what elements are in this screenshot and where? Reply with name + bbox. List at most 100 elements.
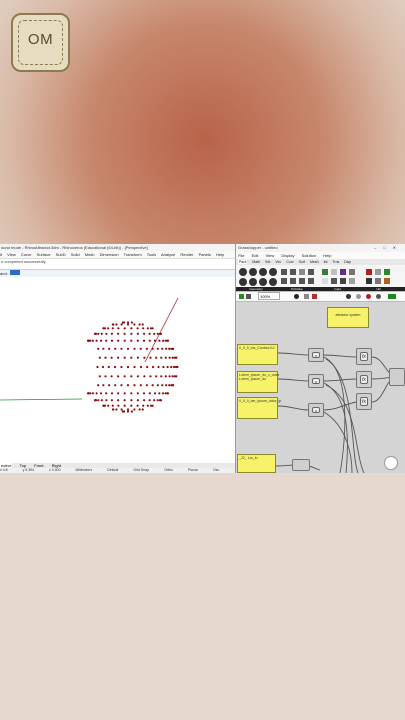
preview-color-icon[interactable] <box>312 294 317 299</box>
window-controls[interactable]: –□✕ <box>374 244 403 252</box>
gh-expression-node[interactable]: fx <box>356 393 372 410</box>
gh-construct-point-node[interactable] <box>389 368 405 386</box>
gh-util-icon[interactable] <box>375 269 381 275</box>
gh-tab-mesh[interactable]: Mesh <box>310 260 319 264</box>
open-file-icon[interactable] <box>239 294 244 299</box>
gh-input-icon[interactable] <box>349 278 355 284</box>
gh-menu-solution[interactable]: Solution <box>302 253 316 258</box>
gh-primitive-icon[interactable] <box>308 269 314 275</box>
gh-expression-node[interactable]: fx <box>356 371 372 388</box>
gh-tab-curve[interactable]: Curv <box>286 260 293 264</box>
grid-point <box>146 365 149 369</box>
gh-tab-intersect[interactable]: Int <box>324 260 328 264</box>
rhino-menu-view[interactable]: View <box>7 252 16 257</box>
perspective-viewport[interactable] <box>0 278 235 464</box>
preview-off-icon[interactable] <box>376 294 381 299</box>
gh-param-node[interactable]: y <box>308 374 324 388</box>
gh-util-icon[interactable] <box>384 269 390 275</box>
bake-icon[interactable] <box>388 294 396 299</box>
viewport-scene <box>0 297 179 413</box>
gh-input-icon[interactable] <box>340 278 346 284</box>
gh-util-icon[interactable] <box>366 278 372 284</box>
gh-param-icon[interactable] <box>269 278 277 286</box>
gh-input-icon[interactable] <box>331 278 337 284</box>
rhino-menu-analyze[interactable]: Analyze <box>161 252 175 257</box>
gh-tab-maths[interactable]: Math <box>252 260 260 264</box>
gh-tab-params[interactable]: Para <box>238 260 248 264</box>
group-label-panel[interactable]: attractor system <box>327 307 369 328</box>
gh-primitive-icon[interactable] <box>299 269 305 275</box>
grid-point <box>149 356 152 359</box>
rhino-menu-subd[interactable]: SubD <box>56 252 66 257</box>
gh-tab-display[interactable]: Disp <box>344 260 351 264</box>
rhino-menu-edit[interactable]: it <box>0 252 2 257</box>
preview-shaded-icon[interactable] <box>346 294 351 299</box>
rhino-menu-render[interactable]: Render <box>180 252 193 257</box>
gh-input-icon[interactable] <box>331 269 337 275</box>
gh-param-icon[interactable] <box>259 268 267 276</box>
preview-selected-icon[interactable] <box>366 294 371 299</box>
gh-expression-node[interactable]: fx <box>356 348 372 365</box>
gh-input-icon[interactable] <box>340 269 346 275</box>
gh-param-icon[interactable] <box>249 268 257 276</box>
gh-tab-transform[interactable]: Trns <box>332 260 339 264</box>
gh-input-icon[interactable] <box>322 278 328 284</box>
gh-param-node[interactable]: x <box>308 348 324 362</box>
rhino-menu-tools[interactable]: Tools <box>147 252 156 257</box>
gh-menu-file[interactable]: File <box>238 253 244 258</box>
status-grid-snap[interactable]: Grid Snap <box>133 468 149 472</box>
gh-input-icon[interactable] <box>322 269 328 275</box>
gh-param-icon[interactable] <box>249 278 257 286</box>
input-panel[interactable]: _22_ Lor_lo <box>237 454 276 473</box>
gh-primitive-icon[interactable] <box>290 278 296 284</box>
preview-wire-icon[interactable] <box>356 294 361 299</box>
gh-util-icon[interactable] <box>375 278 381 284</box>
gh-primitive-icon[interactable] <box>281 269 287 275</box>
gh-util-icon[interactable] <box>366 269 372 275</box>
gh-primitive-icon[interactable] <box>290 269 296 275</box>
rhino-menu-dimension[interactable]: Dimension <box>100 252 119 257</box>
status-ortho[interactable]: Ortho <box>164 468 173 472</box>
preview-eye-icon[interactable] <box>294 294 299 299</box>
command-input[interactable] <box>9 270 20 275</box>
gh-menu-help[interactable]: Help <box>323 253 331 258</box>
status-planar[interactable]: Planar <box>188 468 198 472</box>
grid-point <box>111 327 114 330</box>
rhino-menu-mesh[interactable]: Mesh <box>85 252 95 257</box>
gh-primitive-icon[interactable] <box>281 278 287 284</box>
gh-param-node[interactable]: z <box>308 403 324 417</box>
gh-param-icon[interactable] <box>239 268 247 276</box>
canvas-navigation-icon[interactable] <box>384 456 398 470</box>
gh-tab-sets[interactable]: Set <box>265 260 270 264</box>
zoom-field[interactable]: 100% <box>258 292 280 300</box>
gh-menu-view[interactable]: View <box>266 253 275 258</box>
gh-tab-surface[interactable]: Surf <box>299 260 305 264</box>
gh-primitive-icon[interactable] <box>299 278 305 284</box>
grid-point <box>168 384 171 387</box>
gh-number-slider[interactable] <box>292 459 310 471</box>
preview-mode-icon[interactable] <box>304 294 309 299</box>
gh-menu-edit[interactable]: Edit <box>252 253 259 258</box>
command-prompt[interactable]: and: <box>0 270 235 277</box>
rhino-menu-transform[interactable]: Transform <box>124 252 142 257</box>
gh-menu-display[interactable]: Display <box>281 253 294 258</box>
input-panel[interactable]: Lorem_ipsum_do_x_dolor Lorem_ipsum_do <box>237 371 279 393</box>
rhino-menu-panels[interactable]: Panels <box>199 252 211 257</box>
gh-param-icon[interactable] <box>259 278 267 286</box>
rhino-menu-help[interactable]: Help <box>216 252 224 257</box>
gh-util-icon[interactable] <box>384 278 390 284</box>
rhino-menu-curve[interactable]: Curve <box>21 252 32 257</box>
gh-tab-vector[interactable]: Vec <box>275 260 281 264</box>
rhino-menu-surface[interactable]: Surface <box>37 252 51 257</box>
save-file-icon[interactable] <box>246 294 251 299</box>
input-panel[interactable]: 0_0_9_Ins_Control-0.0 <box>237 344 278 365</box>
rhino-menu-solid[interactable]: Solid <box>71 252 80 257</box>
status-osnap[interactable]: Osn <box>213 468 219 472</box>
gh-input-icon[interactable] <box>349 269 355 275</box>
gh-param-icon[interactable] <box>239 278 247 286</box>
gh-canvas[interactable]: attractor system 0_0_9_Ins_Control-0.0 L… <box>236 302 405 473</box>
gh-param-icon[interactable] <box>269 268 277 276</box>
grid-point <box>165 347 168 350</box>
input-panel[interactable]: 0_0_9_lan_Ipsum_dolor_ip <box>237 397 281 419</box>
gh-primitive-icon[interactable] <box>308 278 314 284</box>
